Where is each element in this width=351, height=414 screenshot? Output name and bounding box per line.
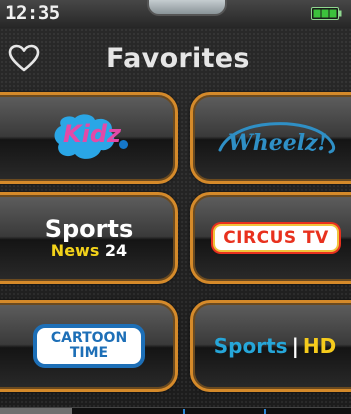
channel-tile-wheelz[interactable]: Wheelz!	[190, 92, 351, 184]
status-bar: 12:35	[0, 0, 351, 28]
circus-tv-logo: CIRCUS TV	[213, 224, 339, 252]
kidz-logo-dot	[119, 140, 128, 149]
wheelz-logo-text: Wheelz!	[228, 130, 328, 156]
top-pull-tab[interactable]	[147, 0, 227, 16]
cartoon-time-line2: TIME	[69, 345, 109, 361]
sports-hd-logo: Sports | HD	[214, 334, 336, 358]
kidz-logo-text: Kidz	[63, 120, 121, 148]
wheelz-logo: Wheelz!	[210, 110, 344, 166]
favorites-screen: 12:35 Favorites Kidz Wheelz! Sports News…	[0, 0, 351, 414]
cartoon-time-logo: CARTOON TIME	[33, 324, 145, 368]
channel-tile-sports-hd[interactable]: Sports | HD	[190, 300, 351, 392]
sports-news-word: News	[50, 241, 100, 260]
bottom-bar-active-tab[interactable]	[0, 408, 72, 414]
sports-news-title: Sports	[44, 215, 134, 243]
bottom-bar-marker	[183, 409, 185, 414]
sports-news-logo: Sports News 24	[45, 217, 134, 259]
channel-tile-circus-tv[interactable]: CIRCUS TV	[190, 192, 351, 284]
sports-news-subtitle: News 24	[45, 243, 134, 259]
sports-news-number: 24	[104, 241, 128, 260]
sports-hd-word: Sports	[213, 334, 288, 358]
sports-hd-separator: |	[291, 334, 299, 358]
channel-tile-sports-news-24[interactable]: Sports News 24	[0, 192, 178, 284]
sports-hd-label: HD	[302, 334, 337, 358]
bottom-bar-marker	[264, 409, 266, 414]
channel-tile-kidz[interactable]: Kidz	[0, 92, 178, 184]
battery-icon	[311, 7, 342, 20]
heart-outline-icon[interactable]	[8, 44, 40, 72]
kidz-logo: Kidz	[53, 112, 128, 164]
bottom-bar	[0, 407, 351, 414]
page-title: Favorites	[106, 43, 250, 74]
channel-tile-cartoon-time[interactable]: CARTOON TIME	[0, 300, 178, 392]
cartoon-time-line1: CARTOON	[50, 330, 128, 347]
clock: 12:35	[5, 2, 60, 24]
